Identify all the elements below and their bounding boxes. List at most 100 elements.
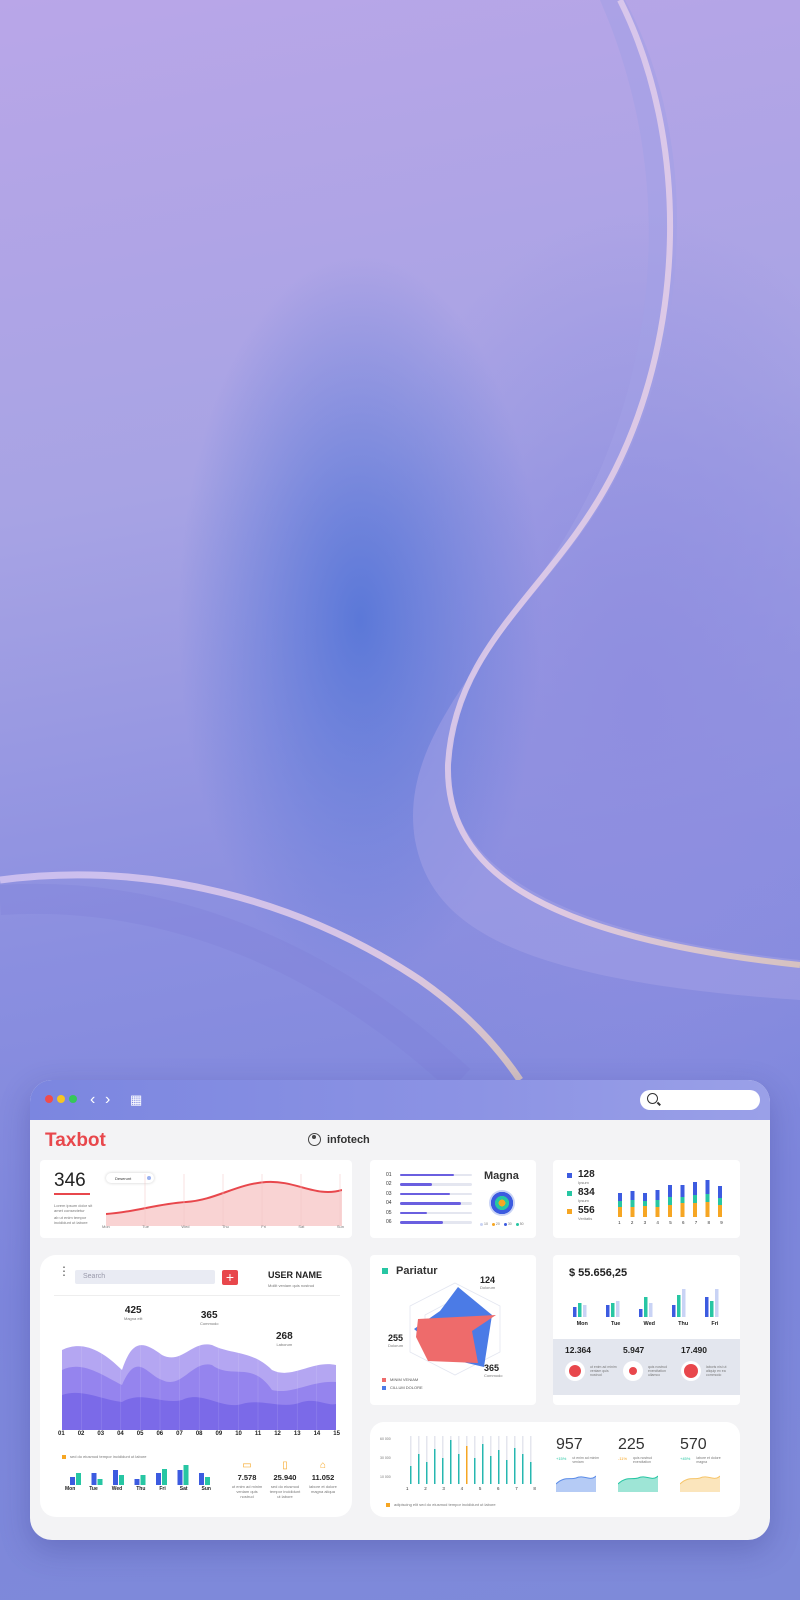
phone-icon: ▯ <box>282 1460 288 1471</box>
column-bar <box>418 1454 420 1484</box>
app-window: ‹ › ▦ Taxbot infotech 346 Lorem ipsum do… <box>30 1080 770 1540</box>
kpi-desc: ut enim ad minim veniam <box>572 1456 599 1464</box>
money-bar <box>710 1301 714 1317</box>
column-bar <box>490 1456 492 1484</box>
device-desc: labore et dolore magna aliqua <box>309 1484 337 1494</box>
area-x-label: 05 <box>136 1431 144 1437</box>
stacked-bar-segment <box>718 1205 722 1217</box>
area-x-label: 15 <box>333 1431 340 1437</box>
money-x-axis: Mon Tue Wed Thu Fri <box>565 1321 730 1327</box>
forward-icon[interactable]: › <box>105 1090 110 1110</box>
progress-fill <box>400 1192 451 1195</box>
radar-title-bullet-icon <box>382 1268 388 1274</box>
area-x-label: 02 <box>77 1431 85 1437</box>
money-bar <box>649 1303 653 1317</box>
radar-label-value: 124 <box>480 1275 496 1285</box>
close-dot[interactable] <box>45 1095 53 1103</box>
columns-x-label: 4 <box>460 1486 464 1491</box>
minimize-dot[interactable] <box>57 1095 65 1103</box>
money-bar-chart <box>573 1289 719 1317</box>
stat-dot-icon <box>629 1367 637 1375</box>
grid-icon[interactable]: ▦ <box>130 1090 142 1110</box>
stacked-bar-segment <box>618 1201 622 1207</box>
columns-note-text: adipiscing elit sed do eiusmod tempor in… <box>394 1502 496 1507</box>
maximize-dot[interactable] <box>69 1095 77 1103</box>
account-badge[interactable]: infotech <box>308 1133 370 1146</box>
back-icon[interactable]: ‹ <box>90 1090 95 1110</box>
columns-x-label: 7 <box>515 1486 518 1491</box>
wave-day-label: Wed <box>181 1224 190 1229</box>
stacked-stats: 128 Ipsum 834 Ipsum 556 Veritatis <box>567 1170 595 1224</box>
area-x-label: 06 <box>156 1431 164 1437</box>
device-value: 25.940 <box>273 1473 297 1482</box>
money-bar <box>578 1303 582 1317</box>
radar-title: Pariatur <box>396 1265 438 1277</box>
mini-bar-teal <box>97 1479 103 1485</box>
kpi-change: -11% <box>618 1456 628 1461</box>
kpi-value: 225 <box>618 1436 645 1453</box>
column-bar <box>466 1446 468 1484</box>
kpi-value: 957 <box>556 1436 583 1453</box>
columns-x-label: 6 <box>497 1486 500 1491</box>
stacked-bar-segment <box>668 1205 672 1217</box>
stat-text: 128 Ipsum <box>578 1169 595 1186</box>
stacked-bar-segment <box>693 1195 697 1203</box>
kpi-row: 957 +15% ut enim ad minim veniam 225 -11% qui… <box>555 1436 732 1497</box>
area-x-label: 03 <box>97 1431 105 1437</box>
money-bar <box>616 1301 620 1317</box>
kpi: 225 -11% quis nostrud exercitation <box>617 1436 670 1497</box>
money-stat: 17.490 laboris nisi ut aliquip ex ea comm… <box>681 1345 733 1381</box>
stat-value: 128 <box>578 1169 595 1180</box>
progress-title: Magna <box>484 1170 519 1182</box>
monitor-icon: ▭ <box>242 1460 252 1471</box>
stacked-bar-segment <box>668 1185 672 1197</box>
progress-track <box>400 1202 472 1205</box>
columns-y-tick: 30 000 <box>380 1456 391 1460</box>
money-stat-row: quis nostrud exercitation ullamco <box>623 1361 675 1381</box>
mini-bar-blue <box>134 1479 140 1485</box>
legend-label: 50 <box>519 1222 524 1226</box>
progress-row: 02 <box>386 1180 472 1190</box>
legend-label: 20 <box>495 1222 500 1226</box>
money-bar <box>583 1305 587 1317</box>
columns-x-label: 5 <box>478 1486 482 1491</box>
columns-x-label: 8 <box>533 1486 536 1491</box>
stacked-bar-segment <box>643 1201 647 1206</box>
mini-day-label: Mon <box>64 1486 76 1492</box>
column-bar <box>458 1454 460 1484</box>
stacked-bar-segment <box>643 1206 647 1217</box>
legend-dot-icon <box>515 1222 519 1226</box>
mini-bar-blue <box>177 1470 183 1485</box>
add-button[interactable]: + <box>222 1270 238 1285</box>
progress-row-label: 05 <box>386 1209 392 1216</box>
wave-note-2: ab ut enim tempor incididunt ut labore <box>54 1215 88 1225</box>
mini-bar-chart <box>70 1465 210 1485</box>
search-field[interactable] <box>640 1090 760 1110</box>
legend-dot-icon <box>480 1222 483 1226</box>
area-search-input[interactable]: Search <box>75 1270 215 1284</box>
wave-day-label: Thu <box>221 1224 229 1229</box>
wave-day-label: Sun <box>336 1224 344 1229</box>
money-stat-desc: quis nostrud exercitation ullamco <box>648 1365 668 1377</box>
money-bar <box>682 1289 686 1317</box>
money-day-label: Thu <box>678 1321 689 1327</box>
stacked-bar-segment <box>655 1190 660 1200</box>
kpi-desc: quis nostrud exercitation <box>633 1456 653 1464</box>
mini-bar-teal <box>140 1475 146 1485</box>
radar-legend: MINIM VENIAM CILLUM DOLORE <box>382 1377 423 1393</box>
money-bar <box>639 1309 643 1317</box>
area-peak: 425 Magna elit <box>124 1305 142 1321</box>
user-icon <box>308 1133 321 1146</box>
money-bar <box>672 1305 676 1317</box>
stacked-bar-segment <box>718 1186 722 1198</box>
kpi-meta: +15% ut enim ad minim veniam <box>556 1456 608 1464</box>
legend-label: 10 <box>484 1222 488 1226</box>
progress-track <box>400 1221 472 1224</box>
device-desc: ut enim ad minim veniam quis nostrud <box>231 1484 263 1499</box>
more-menu-icon[interactable]: ⋮ <box>58 1265 70 1277</box>
device-stat: ▭ 7.578 ut enim ad minim veniam quis nostr… <box>230 1460 264 1499</box>
progress-track <box>400 1192 472 1195</box>
column-bar <box>514 1448 516 1484</box>
legend-label: 30 <box>507 1222 512 1226</box>
stacked-x-label: 9 <box>720 1220 723 1225</box>
